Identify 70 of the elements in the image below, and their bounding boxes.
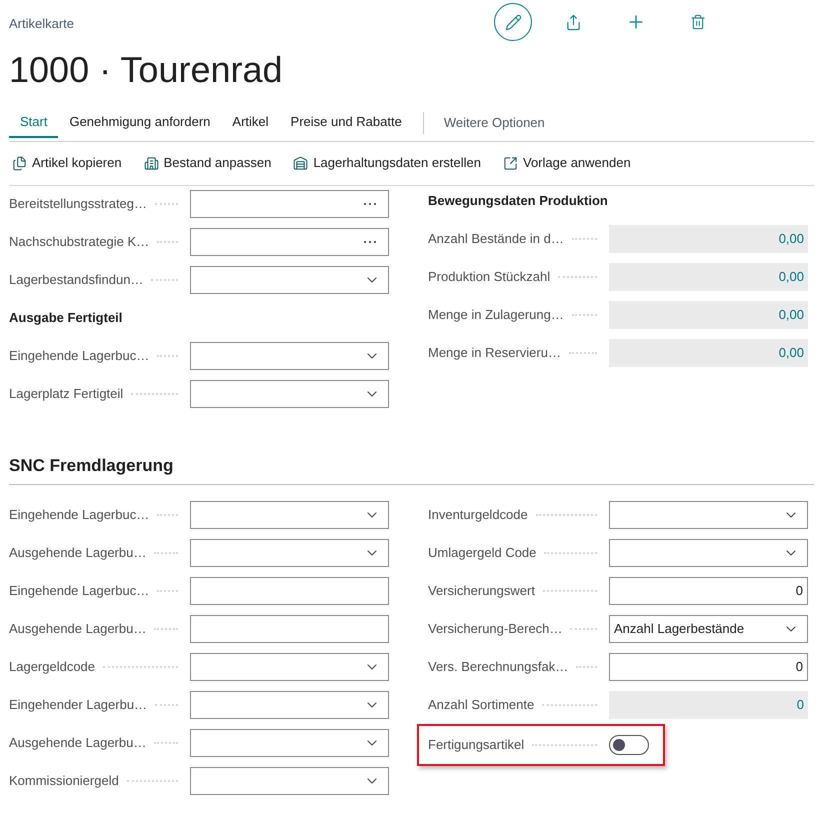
lookup-field[interactable]	[190, 228, 389, 256]
section-title: SNC Fremdlagerung	[9, 454, 174, 477]
field-label: Nachschubstrategie K…	[9, 232, 150, 251]
dropdown-field[interactable]	[190, 539, 389, 567]
action-tab[interactable]: Artikel	[221, 108, 280, 138]
field-label: Ausgehende Lagerbu…	[9, 544, 146, 562]
field-label: Eingehende Lagerbuc…	[9, 506, 150, 524]
dropdown-field[interactable]	[190, 767, 389, 795]
field-label: Versicherung-Berech…	[428, 620, 562, 638]
page-title: 1000 · Tourenrad	[9, 48, 284, 92]
dropdown-field[interactable]	[190, 691, 389, 719]
input-field[interactable]: 0	[609, 653, 808, 681]
pencil-icon	[504, 14, 522, 30]
dropdown-field[interactable]	[190, 729, 389, 757]
share-icon	[564, 14, 582, 30]
buildings-icon	[144, 156, 159, 170]
field-label: Menge in Reservieru…	[428, 344, 561, 362]
readonly-field: 0	[609, 691, 808, 719]
field-label: Eingehende Lagerbuc…	[9, 346, 150, 365]
field-label: Lagerplatz Fertigteil	[9, 384, 124, 403]
dropdown-field[interactable]	[190, 501, 389, 529]
group-heading: Bewegungsdaten Produktion	[428, 192, 608, 210]
dropdown-field[interactable]	[609, 501, 808, 529]
edit-button[interactable]	[494, 3, 532, 41]
field-label: Inventurgeldcode	[428, 506, 528, 524]
action-tab[interactable]: Start	[9, 108, 58, 138]
action-tab[interactable]: Genehmigung anfordern	[58, 108, 222, 138]
group-heading: Ausgabe Fertigteil	[9, 308, 122, 327]
readonly-field: 0,00	[609, 262, 808, 290]
trash-icon	[690, 14, 706, 30]
input-field[interactable]: 0	[609, 577, 808, 605]
field-label: Versicherungswert	[428, 582, 535, 600]
action-button[interactable]: Artikel kopieren	[9, 149, 125, 177]
toggle-switch[interactable]	[609, 735, 649, 755]
dropdown-field[interactable]	[609, 539, 808, 567]
action-button[interactable]: Vorlage anwenden	[500, 149, 634, 177]
dropdown-field[interactable]	[190, 342, 389, 370]
field-label: Vers. Berechnungsfak…	[428, 658, 568, 676]
field-label: Fertigungsartikel	[428, 736, 524, 754]
field-label: Menge in Zulagerung…	[428, 306, 564, 324]
field-label: Eingehender Lagerbu…	[9, 696, 148, 714]
field-label: Anzahl Sortimente	[428, 696, 534, 714]
readonly-field: 0,00	[609, 338, 808, 366]
field-label: Anzahl Bestände in d…	[428, 230, 564, 248]
dropdown-field[interactable]: Anzahl Lagerbestände	[609, 615, 808, 643]
input-field[interactable]	[190, 577, 389, 605]
readonly-field: 0,00	[609, 300, 808, 328]
warehouse-icon	[293, 156, 308, 170]
action-button[interactable]: Lagerhaltungsdaten erstellen	[290, 149, 484, 177]
field-label: Eingehende Lagerbuc…	[9, 582, 150, 600]
field-label: Umlagergeld Code	[428, 544, 536, 562]
copy-icon	[12, 156, 27, 170]
page-caption: Artikelkarte	[9, 15, 76, 33]
dropdown-field[interactable]	[190, 380, 389, 408]
field-label: Ausgehende Lagerbu…	[9, 620, 146, 638]
input-field[interactable]	[190, 615, 389, 643]
field-label: Lagergeldcode	[9, 658, 96, 676]
dropdown-field[interactable]	[190, 653, 389, 681]
action-tab[interactable]: Preise und Rabatte	[280, 108, 413, 138]
readonly-field: 0,00	[609, 224, 808, 252]
field-label: Lagerbestandsfindun…	[9, 270, 144, 289]
more-options-tab[interactable]: Weitere Optionen	[434, 108, 555, 138]
lookup-field[interactable]	[190, 190, 389, 218]
field-label: Bereitstellungsstrateg…	[9, 194, 148, 213]
field-label: Kommissioniergeld	[9, 772, 119, 790]
field-label: Ausgehende Lagerbu…	[9, 734, 146, 752]
external-box-icon	[503, 156, 518, 170]
field-label: Produktion Stückzahl	[428, 268, 550, 286]
dropdown-field[interactable]	[190, 266, 389, 294]
action-button[interactable]: Bestand anpassen	[140, 149, 274, 177]
